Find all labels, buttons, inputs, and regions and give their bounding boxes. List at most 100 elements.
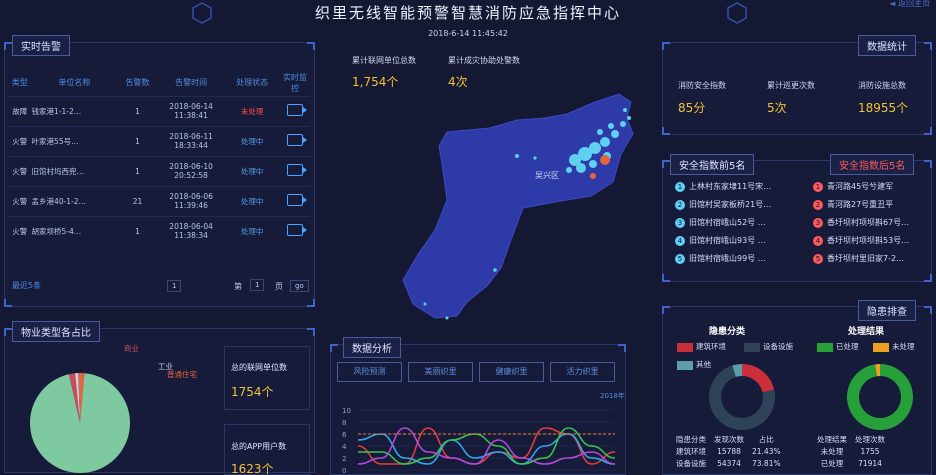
col-monitor: 实时监控 — [282, 72, 307, 93]
camera-icon[interactable] — [286, 194, 307, 206]
col-count: 告警数 — [125, 78, 150, 88]
table-cell: 15788 — [717, 446, 741, 456]
tab-vital-zhili[interactable]: 活力织里 — [550, 362, 615, 382]
table-cell: 21.43% — [752, 446, 781, 456]
alarm-date: 2018-06-06 — [169, 192, 213, 201]
alarm-date: 2018-06-04 — [169, 222, 213, 232]
page-total: 1 — [167, 280, 182, 292]
alarm-date: 2018-06-10 — [169, 162, 213, 171]
property-pie-chart — [30, 373, 130, 473]
table-header: 隐患分类 — [676, 434, 706, 444]
y-tick-label: 4 — [342, 443, 347, 451]
page-input[interactable]: 1 — [250, 279, 265, 291]
table-row[interactable]: 火警 孟乡港40-1-2… 21 2018-06-06 11:39:46 处理中 — [8, 185, 310, 216]
rank-number: 2 — [675, 200, 685, 210]
list-item[interactable]: 3 旧馆村宿峨山52号 … — [675, 217, 795, 235]
safety-bottom-list: 1 青河路45号兮建军 2 青河路27号重丑平 3 香圩坝村项坝斟67号… 4 香圩坝村项坝斟… — [813, 181, 931, 271]
rank-label: 旧馆村宿峨山99号 … — [689, 254, 766, 263]
legend-unprocessed: 未处理 — [873, 341, 915, 352]
alarm-unit: 钱家港1-1-2… — [31, 95, 118, 126]
alarm-count: 1 — [117, 95, 158, 126]
camera-icon[interactable] — [286, 224, 307, 237]
table-row: 未处理 1755 — [813, 445, 889, 457]
rank-label: 香圩坝村里旧家7-2… — [827, 254, 905, 263]
table-cell: 73.81% — [752, 458, 781, 468]
list-item[interactable]: 1 上林村东家埭11号宋… — [675, 181, 795, 199]
district-map[interactable]: 吴兴区 — [395, 90, 645, 322]
alarm-type: 火警 — [8, 155, 32, 186]
table-row: 已处理 71914 — [813, 457, 889, 469]
table-cell: 54374 — [717, 458, 741, 468]
y-tick-label: 2 — [342, 455, 346, 463]
legend-commercial: 商业 — [124, 344, 139, 353]
alarm-date: 2018-06-14 — [169, 102, 213, 111]
rank-label: 旧馆村宿峨山52号 … — [689, 218, 766, 227]
facility-total-value: 18955个 — [858, 101, 909, 115]
alarm-monitor[interactable] — [279, 215, 310, 246]
alarm-type: 火警 — [8, 185, 32, 216]
alarm-status: 未处理 — [224, 95, 280, 126]
page-prefix: 第 — [234, 282, 242, 291]
tab-risk-forecast[interactable]: 风险预测 — [337, 362, 402, 382]
rank-number: 4 — [675, 236, 685, 246]
table-row[interactable]: 故障 钱家港1-1-2… 1 2018-06-14 11:38:41 未处理 — [8, 95, 310, 126]
back-home-link[interactable]: ◄ 返回主页 — [889, 0, 930, 9]
alarm-unit: 叶家港55号… — [31, 125, 118, 156]
camera-icon[interactable] — [286, 164, 307, 176]
legend-building: 建筑环境 — [677, 341, 726, 352]
go-button[interactable]: go — [290, 280, 309, 292]
series-line — [357, 433, 616, 465]
rank-number: 3 — [675, 218, 685, 228]
units-total-value: 1,754个 — [352, 75, 399, 89]
list-item[interactable]: 4 香圩坝村项坝斟53号… — [813, 235, 931, 253]
alarm-unit: 旧馆村坞西兜… — [31, 155, 118, 186]
alarm-monitor[interactable] — [279, 155, 310, 186]
list-item[interactable]: 3 香圩坝村项坝斟67号… — [813, 217, 931, 235]
safety-index-value: 85分 — [678, 101, 706, 115]
page-suffix: 页 — [275, 282, 283, 291]
list-item[interactable]: 5 香圩坝村里旧家7-2… — [813, 253, 931, 271]
list-item[interactable]: 4 旧馆村宿峨山93号 … — [675, 235, 795, 253]
camera-icon[interactable] — [286, 104, 307, 116]
col-status: 处理状态 — [236, 78, 269, 88]
alarm-clock: 18:33:44 — [174, 141, 208, 150]
table-row: 建筑环境 15788 21.43% — [672, 445, 785, 457]
datetime: 2018-6-14 11:45:42 — [428, 29, 508, 38]
table-row[interactable]: 火警 叶家港55号… 1 2018-06-11 18:33:44 处理中 — [8, 125, 310, 156]
tab-beautiful-zhili[interactable]: 美丽织里 — [408, 362, 473, 382]
table-cell: 1755 — [860, 446, 880, 456]
hazard-cat-title: 隐患分类 — [709, 327, 746, 337]
rank-number: 3 — [813, 218, 823, 228]
col-time: 告警时间 — [175, 78, 208, 88]
list-item[interactable]: 5 旧馆村宿峨山99号 … — [675, 253, 795, 271]
list-item[interactable]: 2 旧馆村吴家板桥21号… — [675, 199, 795, 217]
units-box — [224, 346, 310, 410]
table-row[interactable]: 火警 旧馆村坞西兜… 1 2018-06-10 20:52:58 处理中 — [8, 155, 310, 186]
table-cell: 未处理 — [820, 446, 844, 456]
table-row[interactable]: 火警 胡家坝桥5-4… 1 2018-06-04 11:38:34 处理中 — [8, 215, 310, 246]
legend-other: 其他 — [677, 359, 711, 370]
legend-residential: 普通住宅 — [167, 370, 197, 379]
col-type: 类型 — [11, 78, 28, 88]
tab-healthy-zhili[interactable]: 健康织里 — [479, 362, 544, 382]
list-item[interactable]: 1 青河路45号兮建军 — [813, 181, 931, 199]
alarm-time: 2018-06-10 20:52:58 — [157, 155, 225, 186]
hazard-category-table: 隐患分类 发现次数 占比 建筑环境 15788 21.43% 设备设施 54374 73.81% — [672, 433, 785, 469]
alarm-clock: 11:38:41 — [174, 111, 208, 120]
hazard-title: 隐患排查 — [858, 300, 916, 321]
prop-users-value: 1623个 — [231, 462, 274, 475]
alarm-monitor[interactable] — [279, 95, 310, 126]
alarm-date: 2018-06-11 — [169, 132, 213, 141]
safety-top-list: 1 上林村东家埭11号宋… 2 旧馆村吴家板桥21号… 3 旧馆村宿峨山52号 … 4 旧馆村… — [675, 181, 795, 271]
alarm-unit: 胡家坝桥5-4… — [31, 215, 118, 246]
table-header: 占比 — [758, 434, 774, 444]
alarm-monitor[interactable] — [279, 125, 310, 156]
alarm-time: 2018-06-06 11:39:46 — [157, 185, 225, 216]
y-tick-label: 10 — [342, 407, 351, 415]
data-stats-title: 数据统计 — [858, 35, 916, 56]
patrol-count-value: 5次 — [767, 101, 787, 115]
list-item[interactable]: 2 青河路27号重丑平 — [813, 199, 931, 217]
alarm-monitor[interactable] — [279, 185, 310, 216]
rank-label: 旧馆村宿峨山93号 … — [689, 236, 766, 245]
camera-icon[interactable] — [286, 134, 307, 146]
